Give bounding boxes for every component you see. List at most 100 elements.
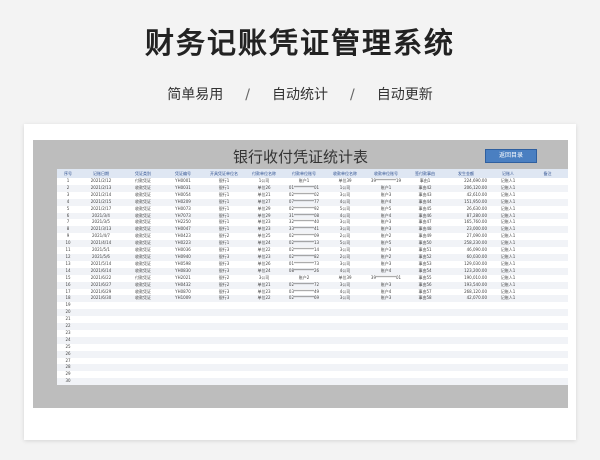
table-cell: 1公司 bbox=[325, 184, 365, 192]
table-cell bbox=[489, 350, 527, 358]
table-cell bbox=[203, 371, 245, 378]
table-cell: 268,120.00 bbox=[464, 288, 487, 294]
table-row[interactable]: 11 2021/5/1 收款凭证 YH0036 银行3 单位22 02**********1… bbox=[57, 247, 568, 254]
table-cell: 5公司 bbox=[325, 240, 365, 248]
table-cell: 2021/3/4 bbox=[79, 212, 123, 220]
table-cell: 22 bbox=[57, 323, 79, 330]
table-cell: YH0031 bbox=[163, 184, 203, 192]
table-row[interactable]: 15 2021/6/22 付款凭证 YH2021 银行2 3公司 账户2 单位39 39****… bbox=[57, 275, 568, 282]
table-row[interactable]: 6 2021/3/4 收款凭证 YH7073 银行1 单位29 31**********08… bbox=[57, 212, 568, 220]
table-cell bbox=[203, 350, 245, 358]
table-cell bbox=[123, 358, 163, 365]
table-row[interactable]: 26 bbox=[57, 350, 568, 358]
table-cell: 事由52 bbox=[407, 253, 443, 261]
table-cell bbox=[245, 309, 283, 317]
table-cell bbox=[203, 309, 245, 317]
table-cell bbox=[245, 358, 283, 365]
table-cell: 收款凭证 bbox=[135, 205, 151, 211]
table-row[interactable]: 19 bbox=[57, 302, 568, 309]
table-row[interactable]: 2 2021/2/13 收款凭证 YH0031 银行1 单位26 01**********0… bbox=[57, 184, 568, 192]
table-cell: YH0209 bbox=[163, 198, 203, 206]
table-row[interactable]: 30 bbox=[57, 378, 568, 386]
table-row[interactable]: 23 bbox=[57, 330, 568, 337]
table-cell bbox=[325, 309, 365, 317]
table-row[interactable]: 9 2021/4/7 收款凭证 YH0423 银行2 单位25 02**********09… bbox=[57, 233, 568, 240]
table-row[interactable]: 13 2021/5/14 收款凭证 YH0598 银行3 单位26 01**********… bbox=[57, 261, 568, 268]
table-row[interactable]: 25 bbox=[57, 344, 568, 351]
table-cell: 银行1 bbox=[218, 205, 230, 211]
table-cell bbox=[79, 358, 123, 365]
table-cell bbox=[407, 302, 443, 309]
table-row[interactable]: 22 bbox=[57, 323, 568, 330]
table-cell: 银行2 bbox=[218, 233, 230, 239]
table-row[interactable]: 17 2021/6/29 收款凭证 YH0870 银行3 单位23 03**********… bbox=[57, 289, 568, 296]
table-cell bbox=[527, 371, 568, 378]
table-row[interactable]: 7 2021/3/5 收款凭证 YH2250 银行1 单位23 32**********40… bbox=[57, 219, 568, 226]
table-row[interactable]: 1 2021/2/12 付款凭证 YH0001 银行1 1公司 账户1 单位39 39*****… bbox=[57, 178, 568, 185]
table-cell bbox=[163, 309, 203, 317]
table-cell: 15 bbox=[65, 274, 71, 280]
table-cell: 账户2 bbox=[365, 253, 407, 261]
table-cell: 3公司 bbox=[339, 260, 351, 266]
table-cell bbox=[163, 323, 203, 330]
table-cell bbox=[245, 323, 283, 330]
table-cell: 60,030.00 bbox=[443, 253, 489, 261]
table-cell: YH0001 bbox=[175, 178, 191, 183]
table-cell bbox=[245, 336, 283, 344]
table-row[interactable]: 29 bbox=[57, 371, 568, 378]
feature-auto-stats: 自动统计 bbox=[272, 87, 328, 103]
table-cell: 单位22 bbox=[257, 247, 271, 253]
table-cell: 收款凭证 bbox=[123, 240, 163, 248]
table-cell: 记账人1 bbox=[489, 281, 527, 289]
table-row[interactable]: 28 bbox=[57, 364, 568, 372]
table-cell: 3公司 bbox=[325, 281, 365, 289]
table-cell: 9 bbox=[66, 233, 70, 239]
table-cell: 2021/2/17 bbox=[90, 205, 112, 211]
table-row[interactable]: 18 2021/6/30 收款凭证 YH1009 银行3 单位22 02**********… bbox=[57, 295, 568, 303]
table-cell bbox=[325, 344, 365, 351]
table-row[interactable]: 20 bbox=[57, 309, 568, 317]
table-cell: 银行3 bbox=[218, 288, 230, 294]
table-cell bbox=[163, 358, 203, 365]
table-row[interactable]: 27 bbox=[57, 358, 568, 365]
table-row[interactable]: 14 2021/6/14 收款凭证 YH0830 银行3 单位24 08**********… bbox=[57, 267, 568, 275]
table-cell bbox=[79, 302, 123, 309]
table-cell: 收款凭证 bbox=[135, 288, 151, 294]
table-cell: 13 bbox=[65, 260, 71, 266]
table-cell: 206,120.00 bbox=[443, 184, 489, 192]
table-cell: 记账人1 bbox=[489, 198, 527, 206]
table-row[interactable]: 16 2021/6/27 收款凭证 YH0432 银行2 单位21 02**********… bbox=[57, 281, 568, 289]
table-cell bbox=[527, 330, 568, 337]
table-row[interactable]: 8 2021/3/13 收款凭证 YH0047 银行1 单位23 33**********4… bbox=[57, 226, 568, 234]
table-cell: 银行1 bbox=[203, 212, 245, 220]
table-cell: 账户3 bbox=[365, 295, 407, 303]
table-row[interactable]: 4 2021/2/15 收款凭证 YH0209 银行1 单位27 07**********7… bbox=[57, 198, 568, 206]
table-cell bbox=[79, 378, 123, 386]
table-row[interactable]: 3 2021/2/14 收款凭证 YH0054 银行1 单位21 02**********0… bbox=[57, 192, 568, 199]
table-row[interactable]: 5 2021/2/17 收款凭证 YH0073 银行1 单位29 02**********9… bbox=[57, 206, 568, 213]
table-cell: 11 bbox=[65, 247, 71, 253]
table-cell: 2021/6/22 bbox=[90, 274, 112, 280]
column-header: 付款单位账号 bbox=[283, 169, 325, 178]
table-cell bbox=[407, 309, 443, 317]
table-cell: 7 bbox=[66, 219, 70, 225]
table-cell: 收款凭证 bbox=[123, 253, 163, 261]
table-cell: 224,690.00 bbox=[464, 178, 487, 183]
table-row[interactable]: 12 2021/5/6 收款凭证 YH0940 银行3 单位23 02**********8… bbox=[57, 253, 568, 261]
table-row[interactable]: 10 2021/4/14 收款凭证 YH0223 银行1 单位24 02**********… bbox=[57, 240, 568, 248]
table-row[interactable]: 24 bbox=[57, 336, 568, 344]
table-cell: 事由57 bbox=[418, 288, 432, 294]
back-to-index-button[interactable]: 返回目录 bbox=[485, 149, 537, 163]
table-cell bbox=[489, 336, 527, 344]
table-cell bbox=[527, 261, 568, 268]
table-cell: 2021/6/27 bbox=[79, 281, 123, 289]
table-cell bbox=[123, 323, 163, 330]
table-row[interactable]: 21 bbox=[57, 316, 568, 323]
separator: / bbox=[245, 87, 250, 103]
table-cell: 23 bbox=[65, 329, 71, 335]
table-cell: 18 bbox=[57, 295, 79, 303]
table-cell: 2021/2/13 bbox=[79, 184, 123, 192]
table-cell: 记账人1 bbox=[500, 260, 516, 266]
table-cell: 事由46 bbox=[407, 212, 443, 220]
table-cell: YH0870 bbox=[175, 288, 191, 294]
